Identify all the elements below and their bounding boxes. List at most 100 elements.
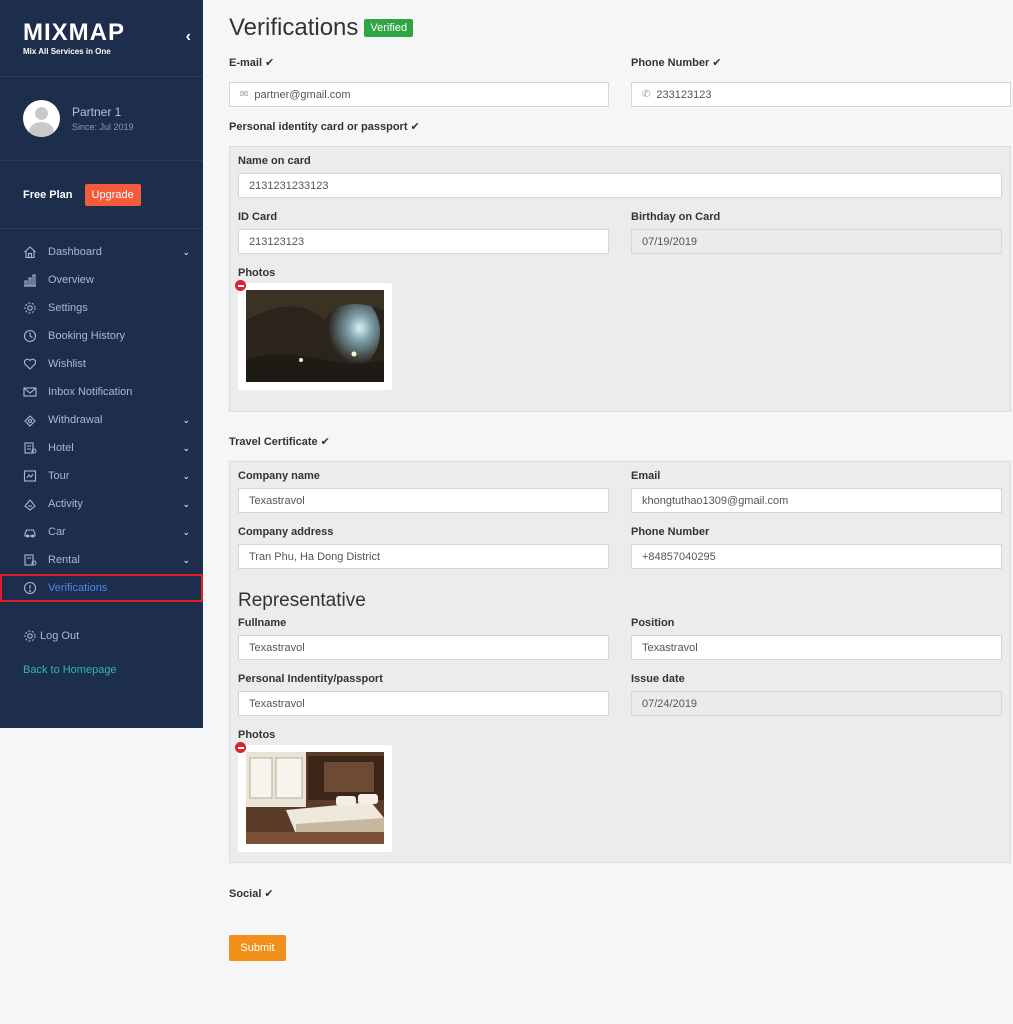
phone-value: 233123123 <box>656 88 712 101</box>
chevron-down-icon[interactable]: ⌄ <box>182 415 190 426</box>
position-label: Position <box>631 617 675 629</box>
chevron-down-icon[interactable]: ⌄ <box>182 471 190 482</box>
email-value: partner@gmail.com <box>254 88 351 101</box>
birthday-label: Birthday on Card <box>631 211 721 223</box>
company-email-label: Email <box>631 470 661 482</box>
home-icon <box>23 245 37 259</box>
cave-photo <box>246 290 384 382</box>
email-field[interactable]: ✉ partner@gmail.com <box>229 82 609 107</box>
check-icon: ✔ <box>265 57 275 69</box>
brand: MIXMAP Mix All Services in One ‹ <box>0 0 203 77</box>
submit-button[interactable]: Submit <box>229 935 286 961</box>
sidebar-item-car[interactable]: Car ⌄ <box>0 518 203 546</box>
sidebar-item-label: Car <box>48 526 66 538</box>
issue-date-label: Issue date <box>631 673 685 685</box>
envelope-icon: ✉ <box>240 89 249 100</box>
map-icon <box>23 469 37 483</box>
company-phone-label: Phone Number <box>631 526 710 538</box>
id-card-label: ID Card <box>238 211 278 223</box>
sidebar-item-label: Verifications <box>48 582 108 594</box>
representative-heading: Representative <box>238 590 366 611</box>
sidebar-item-settings[interactable]: Settings <box>0 294 203 322</box>
company-name-field[interactable]: Texastravol <box>238 488 609 513</box>
sidebar-item-label: Activity <box>48 498 83 510</box>
chart-icon <box>23 273 37 287</box>
company-address-label: Company address <box>238 526 334 538</box>
social-section-text: Social <box>229 887 262 900</box>
sidebar-item-tour[interactable]: Tour ⌄ <box>0 462 203 490</box>
remove-icon[interactable] <box>235 280 246 291</box>
company-phone-value: +84857040295 <box>642 550 716 563</box>
sidebar-item-rental[interactable]: Rental ⌄ <box>0 546 203 574</box>
sidebar-item-activity[interactable]: Activity ⌄ <box>0 490 203 518</box>
phone-icon: ✆ <box>642 89 651 100</box>
position-field[interactable]: Texastravol <box>631 635 1002 660</box>
name-on-card-field[interactable]: 2131231233123 <box>238 173 1002 198</box>
company-email-value: khongtuthao1309@gmail.com <box>642 494 789 507</box>
title-row: Verifications Verified <box>229 0 1011 56</box>
travel-panel: Company name Texastravol Email khongtuth… <box>229 461 1011 863</box>
hotel-room-photo <box>246 752 384 844</box>
chevron-down-icon[interactable]: ⌄ <box>182 499 190 510</box>
upgrade-button[interactable]: Upgrade <box>84 183 141 206</box>
email-label-text: E-mail <box>229 56 263 69</box>
issue-date-field[interactable]: 07/24/2019 <box>631 691 1002 716</box>
company-address-field[interactable]: Tran Phu, Ha Dong District <box>238 544 609 569</box>
logout-link[interactable]: Log Out <box>0 622 203 650</box>
sidebar-item-hotel[interactable]: Hotel ⌄ <box>0 434 203 462</box>
sidebar-item-withdrawal[interactable]: Withdrawal ⌄ <box>0 406 203 434</box>
phone-label-text: Phone Number <box>631 56 710 69</box>
id-card-field[interactable]: 213123123 <box>238 229 609 254</box>
brand-logo[interactable]: MIXMAP <box>23 20 203 46</box>
sidebar-item-dashboard[interactable]: Dashboard ⌄ <box>0 238 203 266</box>
travel-section-text: Travel Certificate <box>229 435 318 448</box>
check-icon: ✔ <box>712 57 722 69</box>
plan: Free Plan Upgrade <box>0 161 203 229</box>
page-title: Verifications <box>229 14 359 41</box>
birthday-field[interactable]: 07/19/2019 <box>631 229 1002 254</box>
position-value: Texastravol <box>642 641 698 654</box>
money-icon <box>23 413 37 427</box>
identity-section-label: Personal identity card or passport ✔ <box>229 120 1011 134</box>
id-photo-thumbnail[interactable] <box>235 280 392 390</box>
fullname-value: Texastravol <box>249 641 305 654</box>
sidebar-item-verifications[interactable]: Verifications <box>0 574 203 602</box>
name-on-card-label: Name on card <box>238 155 311 167</box>
certificate-photo-thumbnail[interactable] <box>235 742 392 852</box>
mail-icon <box>23 385 37 399</box>
chevron-down-icon[interactable]: ⌄ <box>182 527 190 538</box>
profile-name: Partner 1 <box>72 105 122 119</box>
main-content: Verifications Verified E-mail ✔ ✉ partner@… <box>229 0 1011 961</box>
sidebar-item-label: Hotel <box>48 442 74 454</box>
sidebar-item-wishlist[interactable]: Wishlist <box>0 350 203 378</box>
activity-icon <box>23 497 37 511</box>
sidebar-item-inbox-notification[interactable]: Inbox Notification <box>0 378 203 406</box>
chevron-down-icon[interactable]: ⌄ <box>182 247 190 258</box>
chevron-down-icon[interactable]: ⌄ <box>182 555 190 566</box>
company-address-value: Tran Phu, Ha Dong District <box>249 550 381 563</box>
company-email-field[interactable]: khongtuthao1309@gmail.com <box>631 488 1002 513</box>
sidebar-item-label: Withdrawal <box>48 414 103 426</box>
clock-icon <box>23 329 37 343</box>
sidebar-item-label: Dashboard <box>48 246 102 258</box>
sidebar-item-label: Settings <box>48 302 88 314</box>
photos-label: Photos <box>238 267 276 279</box>
sidebar: MIXMAP Mix All Services in One ‹ Partner… <box>0 0 203 728</box>
sidebar-item-overview[interactable]: Overview <box>0 266 203 294</box>
social-section-label: Social ✔ <box>229 887 1011 901</box>
chevron-left-icon[interactable]: ‹ <box>186 28 191 46</box>
profile: Partner 1 Since: Jul 2019 <box>0 77 203 161</box>
passport-field[interactable]: Texastravol <box>238 691 609 716</box>
avatar[interactable] <box>23 100 60 137</box>
fullname-label: Fullname <box>238 617 287 629</box>
phone-field[interactable]: ✆ 233123123 <box>631 82 1011 107</box>
chevron-down-icon[interactable]: ⌄ <box>182 443 190 454</box>
sidebar-item-booking-history[interactable]: Booking History <box>0 322 203 350</box>
fullname-field[interactable]: Texastravol <box>238 635 609 660</box>
photos-label: Photos <box>238 729 276 741</box>
company-phone-field[interactable]: +84857040295 <box>631 544 1002 569</box>
back-to-homepage-link[interactable]: Back to Homepage <box>0 664 203 676</box>
contact-row: E-mail ✔ ✉ partner@gmail.com Phone Number ✔… <box>229 56 1011 107</box>
remove-icon[interactable] <box>235 742 246 753</box>
identity-section-text: Personal identity card or passport <box>229 120 408 133</box>
